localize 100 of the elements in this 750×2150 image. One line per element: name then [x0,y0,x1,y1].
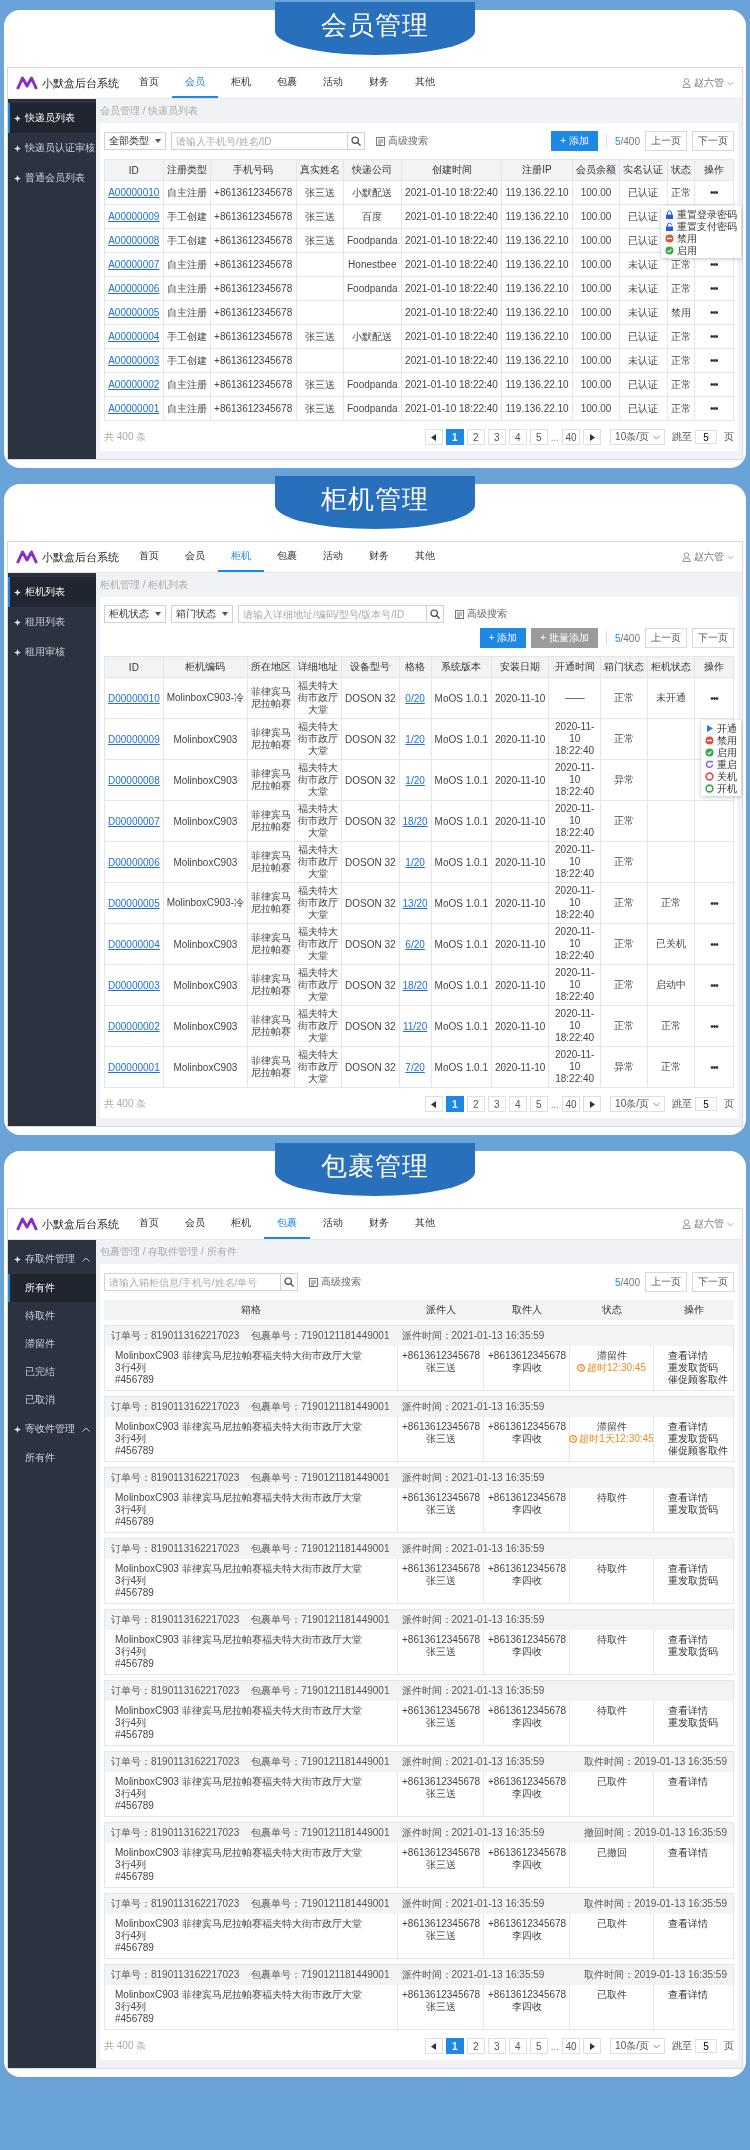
page-button[interactable]: 1 [445,429,464,445]
user-menu[interactable]: 赵六管 [682,76,734,90]
page-button[interactable]: 4 [508,1096,527,1112]
nav-tab[interactable]: 首页 [126,542,172,572]
search-button[interactable] [426,605,444,623]
sidebar-item[interactable]: 普通会员列表 [8,163,96,193]
more-button[interactable]: ••• [710,979,718,991]
nav-tab[interactable]: 其他 [402,68,448,98]
action-link[interactable]: 查看详情 [668,1847,729,1859]
sidebar-item[interactable]: 已取消 [8,1386,96,1414]
nav-tab[interactable]: 包裹 [264,68,310,98]
page-button[interactable]: 3 [487,1096,506,1112]
nav-tab[interactable]: 包裹 [264,542,310,572]
nav-tab[interactable]: 包裹 [264,1209,310,1239]
sidebar-item[interactable]: 快递员认证审核 [8,133,96,163]
more-button[interactable]: ••• [710,938,718,950]
action-link[interactable]: 催促顾客取件 [668,1374,729,1386]
menu-item[interactable]: 开通 [701,722,741,734]
advanced-search-link[interactable]: 高级搜索 [309,1275,361,1289]
page-button[interactable]: 40 [562,1096,581,1112]
prev-page-button[interactable]: 上一页 [645,628,687,648]
nav-tab[interactable]: 其他 [402,542,448,572]
search-field[interactable]: 请输入详细地址/编码/型号/版本号/ID [238,605,426,623]
menu-item[interactable]: 开机 [701,782,741,794]
prev-button[interactable] [424,2038,443,2054]
page-button[interactable]: 2 [466,2038,485,2054]
sidebar-group[interactable]: 寄收件管理 [8,1414,96,1444]
more-button[interactable]: ••• [710,283,718,294]
page-size-select[interactable]: 10条/页 [610,429,665,445]
page-button[interactable]: 4 [508,429,527,445]
nav-tab[interactable]: 会员 [172,68,218,98]
sidebar-item[interactable]: 所有件 [8,1444,96,1472]
id-link[interactable]: 1/20 [405,733,425,745]
nav-tab[interactable]: 柜机 [218,1209,264,1239]
page-button[interactable]: 3 [487,2038,506,2054]
sidebar-item[interactable]: 租用审核 [8,637,96,667]
action-link[interactable]: 重发取货码 [668,1433,729,1445]
page-button[interactable]: 40 [562,2038,581,2054]
more-button[interactable]: ••• [710,403,718,414]
more-button[interactable]: ••• [710,331,718,342]
menu-item[interactable]: 禁用 [701,734,741,746]
action-link[interactable]: 查看详情 [668,1776,729,1788]
page-size-select[interactable]: 10条/页 [610,1096,665,1112]
page-button[interactable]: 4 [508,2038,527,2054]
advanced-search-link[interactable]: 高级搜索 [376,134,428,148]
next-button[interactable] [583,1096,602,1112]
menu-item[interactable]: 重启 [701,758,741,770]
action-link[interactable]: 查看详情 [668,1634,729,1646]
action-link[interactable]: 查看详情 [668,1421,729,1433]
nav-tab[interactable]: 财务 [356,68,402,98]
more-button[interactable]: ••• [710,692,718,704]
prev-button[interactable] [424,429,443,445]
more-button[interactable]: ••• [710,259,718,270]
nav-tab[interactable]: 柜机 [218,542,264,572]
page-input[interactable]: 5 [695,430,717,444]
prev-button[interactable] [424,1096,443,1112]
add-button[interactable]: + 添加 [479,628,527,648]
prev-page-button[interactable]: 上一页 [645,1272,687,1292]
dropdown[interactable]: 箱门状态 [171,605,233,623]
nav-tab[interactable]: 活动 [310,542,356,572]
more-button[interactable]: ••• [710,897,718,909]
page-input[interactable]: 5 [695,1097,717,1111]
next-page-button[interactable]: 下一页 [692,1272,734,1292]
nav-tab[interactable]: 财务 [356,542,402,572]
more-button[interactable]: ••• [710,307,718,318]
page-button[interactable]: 1 [445,2038,464,2054]
nav-tab[interactable]: 柜机 [218,68,264,98]
action-link[interactable]: 查看详情 [668,1705,729,1717]
next-button[interactable] [583,2038,602,2054]
page-button[interactable]: 2 [466,1096,485,1112]
id-link[interactable]: 1/20 [405,774,425,786]
sidebar-group[interactable]: 存取件管理 [8,1244,96,1274]
page-button[interactable]: 40 [562,429,581,445]
page-button[interactable]: 2 [466,429,485,445]
action-link[interactable]: 重发取货码 [668,1646,729,1658]
id-link[interactable]: 1/20 [405,856,425,868]
more-button[interactable]: ••• [710,187,718,198]
nav-tab[interactable]: 首页 [126,68,172,98]
page-size-select[interactable]: 10条/页 [610,2038,665,2054]
user-menu[interactable]: 赵六管 [682,550,734,564]
user-menu[interactable]: 赵六管 [682,1217,734,1231]
nav-tab[interactable]: 活动 [310,68,356,98]
action-link[interactable]: 重发取货码 [668,1575,729,1587]
next-page-button[interactable]: 下一页 [692,131,734,151]
action-link[interactable]: 查看详情 [668,1918,729,1930]
nav-tab[interactable]: 会员 [172,1209,218,1239]
dropdown[interactable]: 全部类型 [104,132,166,150]
advanced-search-link[interactable]: 高级搜索 [455,607,507,621]
menu-item[interactable]: 关机 [701,770,741,782]
sidebar-item[interactable]: 已完结 [8,1358,96,1386]
more-button[interactable]: ••• [710,379,718,390]
id-link[interactable]: 6/20 [405,938,425,950]
next-button[interactable] [583,429,602,445]
page-button[interactable]: 5 [529,429,548,445]
sidebar-item[interactable]: 柜机列表 [8,577,96,607]
sidebar-item[interactable]: 滞留件 [8,1330,96,1358]
add-button[interactable]: + 添加 [551,131,598,151]
id-link[interactable]: 7/20 [405,1061,425,1073]
next-page-button[interactable]: 下一页 [692,628,734,648]
search-button[interactable] [347,132,365,150]
